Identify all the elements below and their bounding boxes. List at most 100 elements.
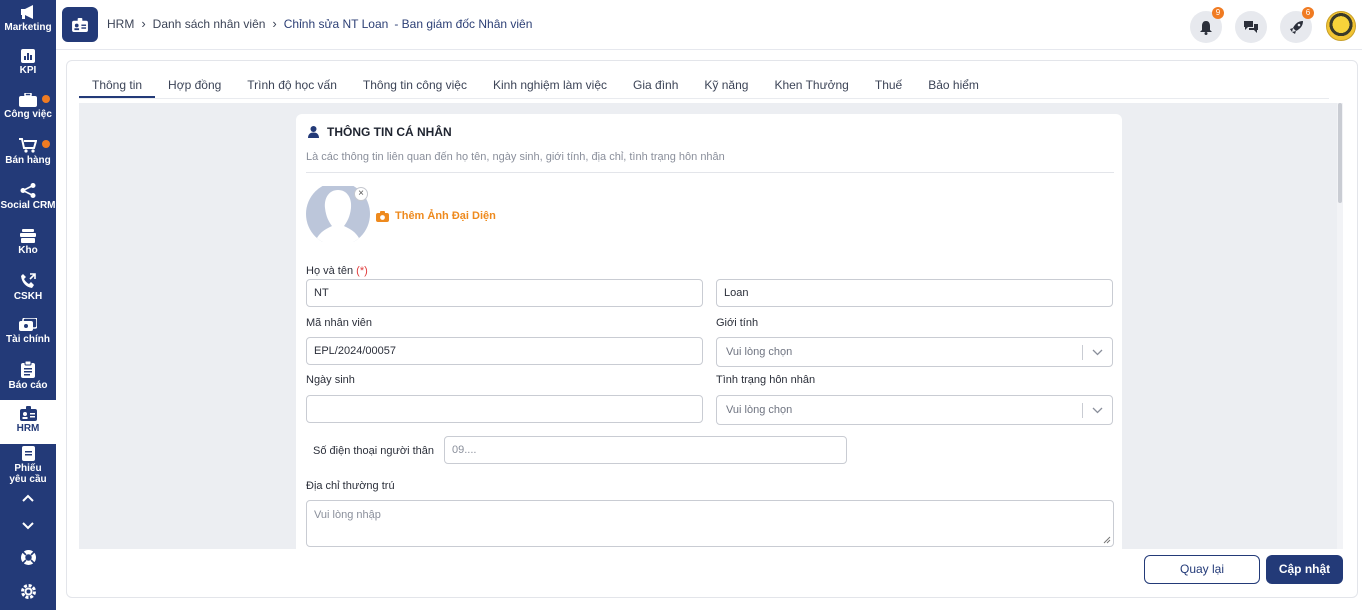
form-scroll-area: THÔNG TIN CÁ NHÂN Là các thông tin liên …: [79, 103, 1343, 549]
address-label: Địa chỉ thường trú: [306, 480, 395, 492]
tab-kinh-nghiem-lam-viec[interactable]: Kinh nghiệm làm việc: [480, 73, 620, 98]
user-avatar[interactable]: [1326, 11, 1356, 41]
cart-icon: [19, 138, 37, 153]
gender-select[interactable]: Vui lòng chọn: [716, 337, 1113, 367]
briefcase-icon: [19, 93, 37, 107]
chevron-right-icon: ›: [141, 16, 146, 31]
required-mark: (*): [356, 265, 368, 277]
update-button[interactable]: Cập nhật: [1266, 555, 1343, 584]
sidebar-scroll-up-button[interactable]: [0, 494, 56, 504]
notification-dot: [42, 95, 50, 103]
sidebar-item-kho[interactable]: Kho: [0, 229, 56, 256]
rocket-count-badge: 6: [1302, 7, 1314, 19]
top-header: HRM › Danh sách nhân viên › Chỉnh sửa NT…: [56, 0, 1362, 50]
sidebar-item-label: Báo cáo: [8, 380, 48, 391]
module-home-button[interactable]: [62, 7, 98, 42]
breadcrumb-list-link[interactable]: Danh sách nhân viên: [153, 17, 266, 31]
megaphone-icon: [21, 5, 33, 19]
chart-icon: [21, 49, 35, 63]
tab-ky-nang[interactable]: Kỹ năng: [691, 73, 761, 98]
address-textarea[interactable]: Vui lòng nhập: [306, 500, 1114, 547]
id-card-icon: [72, 17, 88, 32]
sidebar-item-tai-chinh[interactable]: Tài chính: [0, 318, 56, 345]
relative-phone-label: Số điện thoại người thân: [313, 445, 434, 457]
rocket-icon: [1289, 20, 1303, 34]
relative-phone-field[interactable]: 09....: [444, 436, 847, 464]
select-divider: [1082, 345, 1083, 360]
sidebar-item-label: Phiếu yêu cầu: [9, 463, 47, 485]
sidebar: Marketing KPI Công việc Bán hàng Social …: [0, 0, 56, 610]
money-icon: [19, 318, 37, 331]
dob-label: Ngày sinh: [306, 374, 355, 386]
remove-photo-button[interactable]: ×: [354, 187, 368, 201]
sidebar-item-cskh[interactable]: CSKH: [0, 273, 56, 302]
breadcrumb-department: - Ban giám đốc Nhân viên: [394, 16, 533, 31]
chevron-right-icon: ›: [272, 16, 277, 31]
tab-bao-hiem[interactable]: Bảo hiểm: [915, 73, 992, 98]
gender-label: Giới tính: [716, 317, 759, 329]
breadcrumb-root-link[interactable]: HRM: [107, 17, 134, 31]
settings-button[interactable]: [0, 583, 56, 602]
last-name-field[interactable]: Loan: [716, 279, 1113, 307]
tab-thong-tin-cong-viec[interactable]: Thông tin công việc: [350, 73, 480, 98]
tab-thue[interactable]: Thuế: [862, 73, 915, 98]
add-photo-button[interactable]: Thêm Ảnh Đại Diện: [376, 210, 496, 222]
chat-button[interactable]: [1235, 11, 1267, 43]
sidebar-item-label: Marketing: [4, 22, 52, 33]
sidebar-item-label: Bán hàng: [5, 155, 51, 166]
sidebar-item-cong-viec[interactable]: Công việc: [0, 93, 56, 120]
document-icon: [21, 446, 35, 461]
employee-code-label: Mã nhân viên: [306, 317, 373, 329]
camera-icon: [376, 210, 389, 222]
breadcrumb: HRM › Danh sách nhân viên › Chỉnh sửa NT…: [107, 16, 532, 31]
scrollbar[interactable]: [1337, 103, 1343, 549]
sidebar-item-label: KPI: [19, 65, 37, 76]
tab-bar: Thông tin Hợp đồng Trình độ học vấn Thôn…: [79, 73, 1329, 99]
chevron-down-icon: [22, 522, 34, 530]
warehouse-icon: [20, 229, 36, 243]
back-button[interactable]: Quay lại: [1144, 555, 1260, 584]
sidebar-item-hrm[interactable]: HRM: [0, 400, 56, 444]
tab-gia-dinh[interactable]: Gia đình: [620, 73, 691, 98]
dob-field[interactable]: [306, 395, 703, 423]
id-card-icon: [19, 406, 37, 421]
chevron-up-icon: [22, 494, 34, 502]
divider: [306, 172, 1114, 173]
chat-icon: [1244, 21, 1258, 33]
employee-code-field[interactable]: EPL/2024/00057: [306, 337, 703, 365]
chevron-down-icon: [1092, 407, 1103, 414]
scrollbar-thumb[interactable]: [1338, 103, 1342, 203]
sidebar-item-label: CSKH: [13, 291, 43, 302]
sidebar-item-marketing[interactable]: Marketing: [0, 4, 56, 33]
tab-hop-dong[interactable]: Hợp đồng: [155, 73, 234, 98]
breadcrumb-current: Chỉnh sửa NT Loan: [283, 16, 389, 31]
phone-icon: [21, 273, 36, 288]
lifebuoy-icon: [20, 550, 36, 565]
sidebar-item-ban-hang[interactable]: Bán hàng: [0, 138, 56, 166]
tab-trinh-do-hoc-van[interactable]: Trình độ học vấn: [234, 73, 350, 98]
sidebar-scroll-down-button[interactable]: [0, 522, 56, 532]
main-card: Thông tin Hợp đồng Trình độ học vấn Thôn…: [66, 60, 1358, 598]
help-button[interactable]: [0, 549, 56, 568]
first-name-field[interactable]: NT: [306, 279, 703, 307]
rocket-button[interactable]: 6: [1280, 7, 1314, 43]
sidebar-item-phieu-yeu-cau[interactable]: Phiếu yêu cầu: [0, 446, 56, 485]
tab-thong-tin[interactable]: Thông tin: [79, 73, 156, 98]
notification-dot: [42, 140, 50, 148]
clipboard-icon: [21, 361, 35, 378]
share-icon: [20, 183, 36, 198]
sidebar-item-bao-cao[interactable]: Báo cáo: [0, 361, 56, 391]
resize-grip-icon[interactable]: [1103, 536, 1111, 544]
personal-info-panel: THÔNG TIN CÁ NHÂN Là các thông tin liên …: [296, 114, 1122, 549]
notifications-count-badge: 9: [1212, 7, 1224, 19]
sidebar-item-label: Tài chính: [6, 334, 50, 345]
sidebar-item-kpi[interactable]: KPI: [0, 49, 56, 76]
marital-status-select[interactable]: Vui lòng chọn: [716, 395, 1113, 425]
sidebar-item-social-crm[interactable]: Social CRM: [0, 183, 56, 211]
fullname-label: Họ và tên (*): [306, 265, 368, 277]
tab-khen-thuong[interactable]: Khen Thưởng: [761, 73, 861, 98]
bell-icon: [1200, 20, 1212, 35]
section-title: THÔNG TIN CÁ NHÂN: [308, 125, 452, 139]
notifications-button[interactable]: 9: [1190, 7, 1224, 43]
marital-status-label: Tình trạng hôn nhân: [716, 374, 816, 386]
